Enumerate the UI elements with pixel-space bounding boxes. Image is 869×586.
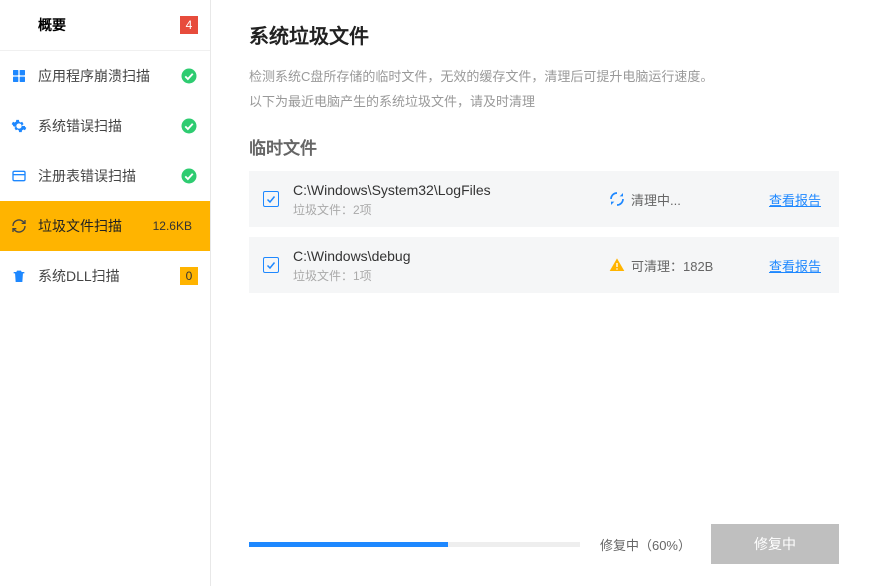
gear-icon	[10, 117, 28, 135]
warning-icon	[609, 257, 625, 273]
size-badge: 12.6KB	[147, 217, 198, 235]
file-sub: 垃圾文件：1项	[293, 267, 609, 284]
file-path: C:\Windows\debug	[293, 247, 609, 265]
desc-line: 检测系统C盘所存储的临时文件，无效的缓存文件，清理后可提升电脑运行速度。	[249, 69, 713, 84]
ok-badge-icon	[180, 167, 198, 185]
sidebar-item-label: 系统错误扫描	[38, 116, 180, 136]
file-info: C:\Windows\debug 垃圾文件：1项	[293, 247, 609, 284]
sidebar-item-label: 应用程序崩溃扫描	[38, 66, 180, 86]
file-list: C:\Windows\System32\LogFiles 垃圾文件：2项 清理中…	[249, 171, 839, 293]
file-sub: 垃圾文件：2项	[293, 201, 609, 218]
section-title: 临时文件	[249, 134, 839, 159]
ok-badge-icon	[180, 67, 198, 85]
count-badge: 0	[180, 267, 198, 285]
file-status: 可清理：182B	[609, 256, 749, 275]
sidebar-item-crash[interactable]: 应用程序崩溃扫描	[0, 51, 210, 101]
sidebar-item-label: 垃圾文件扫描	[38, 216, 147, 236]
crash-icon	[10, 67, 28, 85]
file-item: C:\Windows\debug 垃圾文件：1项 可清理：182B 查看报告	[249, 237, 839, 293]
repair-button[interactable]: 修复中	[711, 524, 839, 564]
sidebar-overview[interactable]: 概要 4	[0, 0, 210, 50]
sidebar-item-registry[interactable]: 注册表错误扫描	[0, 151, 210, 201]
file-status: 清理中...	[609, 190, 749, 209]
sidebar-item-syserr[interactable]: 系统错误扫描	[0, 101, 210, 151]
sidebar-item-label: 注册表错误扫描	[38, 166, 180, 186]
file-status-text: 清理中...	[631, 190, 681, 209]
footer: 修复中（60%） 修复中	[249, 524, 839, 564]
trash-icon	[10, 267, 28, 285]
overview-label: 概要	[38, 15, 180, 35]
spinner-icon	[609, 191, 625, 207]
view-report-link[interactable]: 查看报告	[769, 190, 821, 209]
progress-text: 修复中（60%）	[600, 535, 691, 554]
file-item: C:\Windows\System32\LogFiles 垃圾文件：2项 清理中…	[249, 171, 839, 227]
page-title: 系统垃圾文件	[249, 20, 839, 49]
main-content: 系统垃圾文件 检测系统C盘所存储的临时文件，无效的缓存文件，清理后可提升电脑运行…	[211, 0, 869, 586]
sidebar-item-label: 系统DLL扫描	[38, 266, 180, 286]
file-path: C:\Windows\System32\LogFiles	[293, 181, 609, 199]
file-info: C:\Windows\System32\LogFiles 垃圾文件：2项	[293, 181, 609, 218]
sidebar-item-junk[interactable]: 垃圾文件扫描 12.6KB	[0, 201, 210, 251]
file-status-text: 可清理：182B	[631, 256, 713, 275]
desc-line: 以下为最近电脑产生的系统垃圾文件，请及时清理	[249, 94, 535, 109]
progress-bar	[249, 542, 580, 547]
sidebar-item-dll[interactable]: 系统DLL扫描 0	[0, 251, 210, 301]
file-checkbox[interactable]	[263, 191, 279, 207]
overview-icon	[10, 16, 28, 34]
ok-badge-icon	[180, 117, 198, 135]
refresh-icon	[10, 217, 28, 235]
overview-badge: 4	[180, 16, 198, 34]
file-checkbox[interactable]	[263, 257, 279, 273]
view-report-link[interactable]: 查看报告	[769, 256, 821, 275]
progress-fill	[249, 542, 448, 547]
registry-icon	[10, 167, 28, 185]
sidebar: 概要 4 应用程序崩溃扫描 系统错误扫描 注册表错误扫描 垃	[0, 0, 211, 586]
page-description: 检测系统C盘所存储的临时文件，无效的缓存文件，清理后可提升电脑运行速度。 以下为…	[249, 65, 839, 114]
